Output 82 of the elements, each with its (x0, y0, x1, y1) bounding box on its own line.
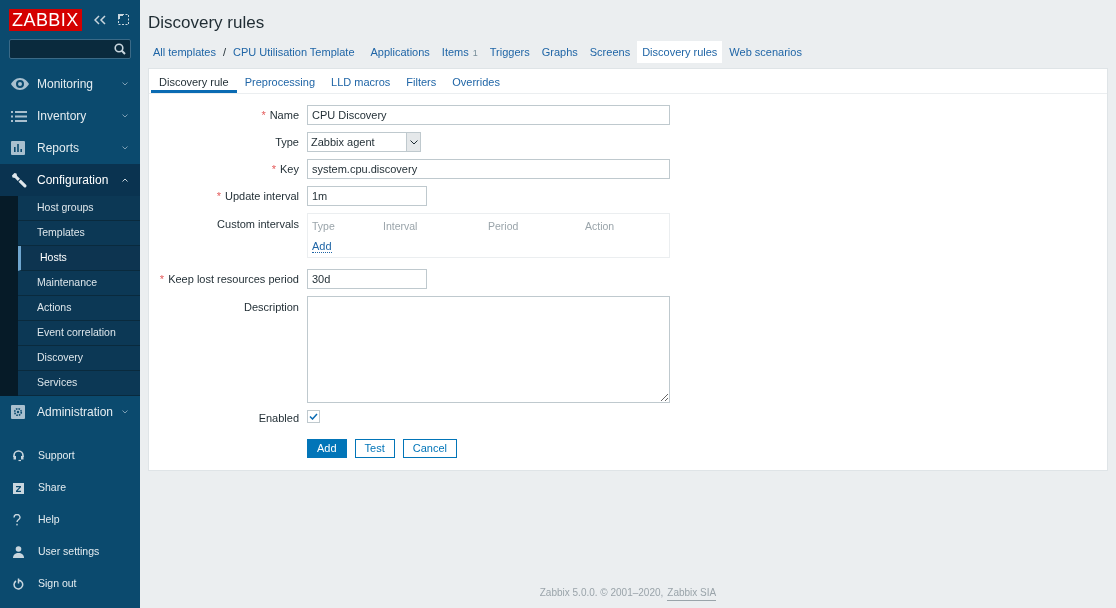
menu-item[interactable]: Monitoring (0, 68, 140, 100)
sidebar-link[interactable]: Support (0, 440, 140, 472)
menu-item[interactable]: Configuration (0, 164, 140, 196)
form-tab[interactable]: Filters (398, 69, 445, 93)
text-field[interactable]: 30d (307, 269, 427, 289)
breadcrumb-separator: / (222, 44, 228, 60)
sidebar-link[interactable]: Sign out (0, 568, 140, 600)
nav-tab[interactable]: Graphs (536, 40, 583, 64)
caret-icon (122, 114, 128, 118)
menu-item[interactable]: Administration (0, 396, 140, 428)
gear-icon (11, 405, 25, 419)
sidebar-link[interactable]: Share (0, 472, 140, 504)
nav-tab[interactable]: Discovery rules (637, 40, 723, 64)
eye-icon (11, 78, 29, 90)
breadcrumb-link[interactable]: All templates (150, 43, 219, 61)
add-link[interactable]: Add (312, 239, 332, 253)
required-mark: * (159, 271, 165, 287)
caret-icon (122, 410, 128, 414)
z-logo-icon (13, 482, 24, 494)
required-mark: * (216, 188, 221, 204)
search-icon (114, 43, 126, 55)
form-tab[interactable]: Overrides (444, 69, 508, 93)
column-header: Period (488, 219, 520, 234)
add-button[interactable]: Add (307, 438, 347, 458)
field-label: Name (269, 107, 299, 123)
help-icon (13, 514, 21, 526)
collapse-icon[interactable] (93, 14, 106, 25)
submenu-item[interactable]: Maintenance (18, 271, 140, 296)
form-tab[interactable]: LLD macros (323, 69, 399, 93)
bar-chart-icon (11, 141, 25, 155)
list-icon (11, 110, 27, 122)
field-label: Description (243, 300, 299, 315)
submenu-item[interactable]: Discovery (18, 346, 140, 371)
field-label: Enabled (258, 411, 299, 426)
form-tab[interactable]: Preprocessing (236, 69, 323, 93)
field-label: Update interval (225, 188, 299, 204)
submenu-item[interactable]: Actions (18, 296, 140, 321)
required-mark: * (271, 161, 277, 177)
required-mark: * (261, 107, 266, 123)
submenu-item[interactable]: Hosts (18, 246, 140, 271)
text-field[interactable]: CPU Discovery (307, 105, 670, 125)
field-label: Keep lost resources period (168, 271, 299, 287)
nav-tab[interactable]: Screens (584, 40, 636, 64)
field-label: Key (280, 161, 299, 177)
description-field[interactable] (307, 296, 670, 403)
caret-icon (122, 82, 128, 86)
search-field[interactable] (9, 39, 131, 59)
fullscreen-icon[interactable] (117, 14, 129, 25)
column-header: Action (585, 219, 616, 234)
field-label: Custom intervals (217, 217, 299, 232)
submenu-item[interactable]: Services (18, 371, 140, 396)
page-title: Discovery rules (147, 12, 266, 34)
nav-tab[interactable]: Applications (365, 40, 435, 64)
column-header: Type (312, 219, 336, 234)
submenu-item[interactable]: Event correlation (18, 321, 140, 346)
secondary-button[interactable]: Cancel (402, 438, 457, 458)
select-field[interactable]: Zabbix agent (307, 132, 421, 152)
copyright-text: Zabbix 5.0.0. © 2001–2020, (539, 586, 664, 600)
caret-icon (122, 178, 128, 182)
dropdown-icon (406, 133, 420, 151)
text-field[interactable]: 1m (307, 186, 427, 206)
secondary-button[interactable]: Test (354, 438, 395, 458)
sidebar-link[interactable]: Help (0, 504, 140, 536)
user-icon (13, 546, 24, 558)
zabbix-logo[interactable]: ZABBIX (9, 8, 82, 31)
column-header: Interval (383, 219, 419, 234)
headset-icon (13, 450, 24, 462)
menu-item[interactable]: Inventory (0, 100, 140, 132)
breadcrumb-link[interactable]: CPU Utilisation Template (230, 43, 358, 61)
nav-tab[interactable]: Triggers (484, 40, 535, 64)
wrench-icon (11, 172, 27, 188)
sidebar-link[interactable]: User settings (0, 536, 140, 568)
field-label: Type (275, 134, 299, 150)
text-field[interactable]: system.cpu.discovery (307, 159, 670, 179)
nav-tab[interactable]: Web scenarios (724, 40, 807, 64)
submenu-item[interactable]: Templates (18, 221, 140, 246)
menu-item[interactable]: Reports (0, 132, 140, 164)
enabled-checkbox[interactable] (307, 410, 320, 423)
power-icon (13, 578, 24, 590)
submenu-item[interactable]: Host groups (18, 196, 140, 221)
caret-icon (122, 146, 128, 150)
form-tab[interactable]: Discovery rule (151, 69, 237, 93)
